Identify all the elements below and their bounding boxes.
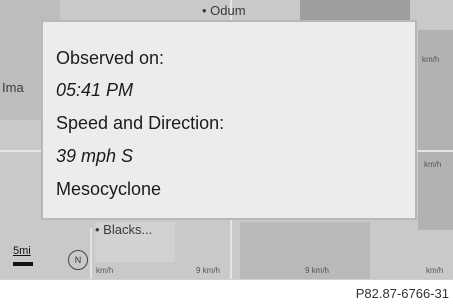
speed-label: 9 km/h	[196, 266, 221, 275]
figure-footer: P82.87-6766-31	[0, 279, 453, 307]
map-scale: 5mi	[13, 245, 31, 257]
speed-label: km/h	[426, 266, 444, 275]
compass-label: N	[74, 255, 82, 265]
speed-label: km/h	[422, 55, 440, 64]
map-scale-value: 5mi	[13, 245, 31, 257]
road	[90, 228, 92, 279]
place-label-ima: Ima	[2, 80, 24, 95]
place-label-blacks: • Blacks...	[95, 222, 153, 237]
storm-info-popup[interactable]: Observed on: 05:41 PM Speed and Directio…	[41, 20, 417, 220]
speed-direction-label: Speed and Direction:	[56, 113, 225, 133]
map-view[interactable]: • Odum Ima • Blacks... km/h km/h km/h km…	[0, 0, 453, 279]
observed-time: 05:41 PM	[56, 80, 134, 100]
event-type: Mesocyclone	[56, 179, 162, 199]
compass-icon[interactable]: N	[68, 250, 88, 270]
speed-label: km/h	[96, 266, 114, 275]
map-scale-bar	[13, 262, 33, 266]
figure-code: P82.87-6766-31	[355, 286, 449, 301]
observed-label: Observed on:	[56, 48, 165, 68]
place-label-odum: • Odum	[202, 3, 246, 18]
speed-direction-value: 39 mph S	[56, 146, 134, 166]
speed-label: 9 km/h	[305, 266, 330, 275]
speed-label: km/h	[424, 160, 442, 169]
